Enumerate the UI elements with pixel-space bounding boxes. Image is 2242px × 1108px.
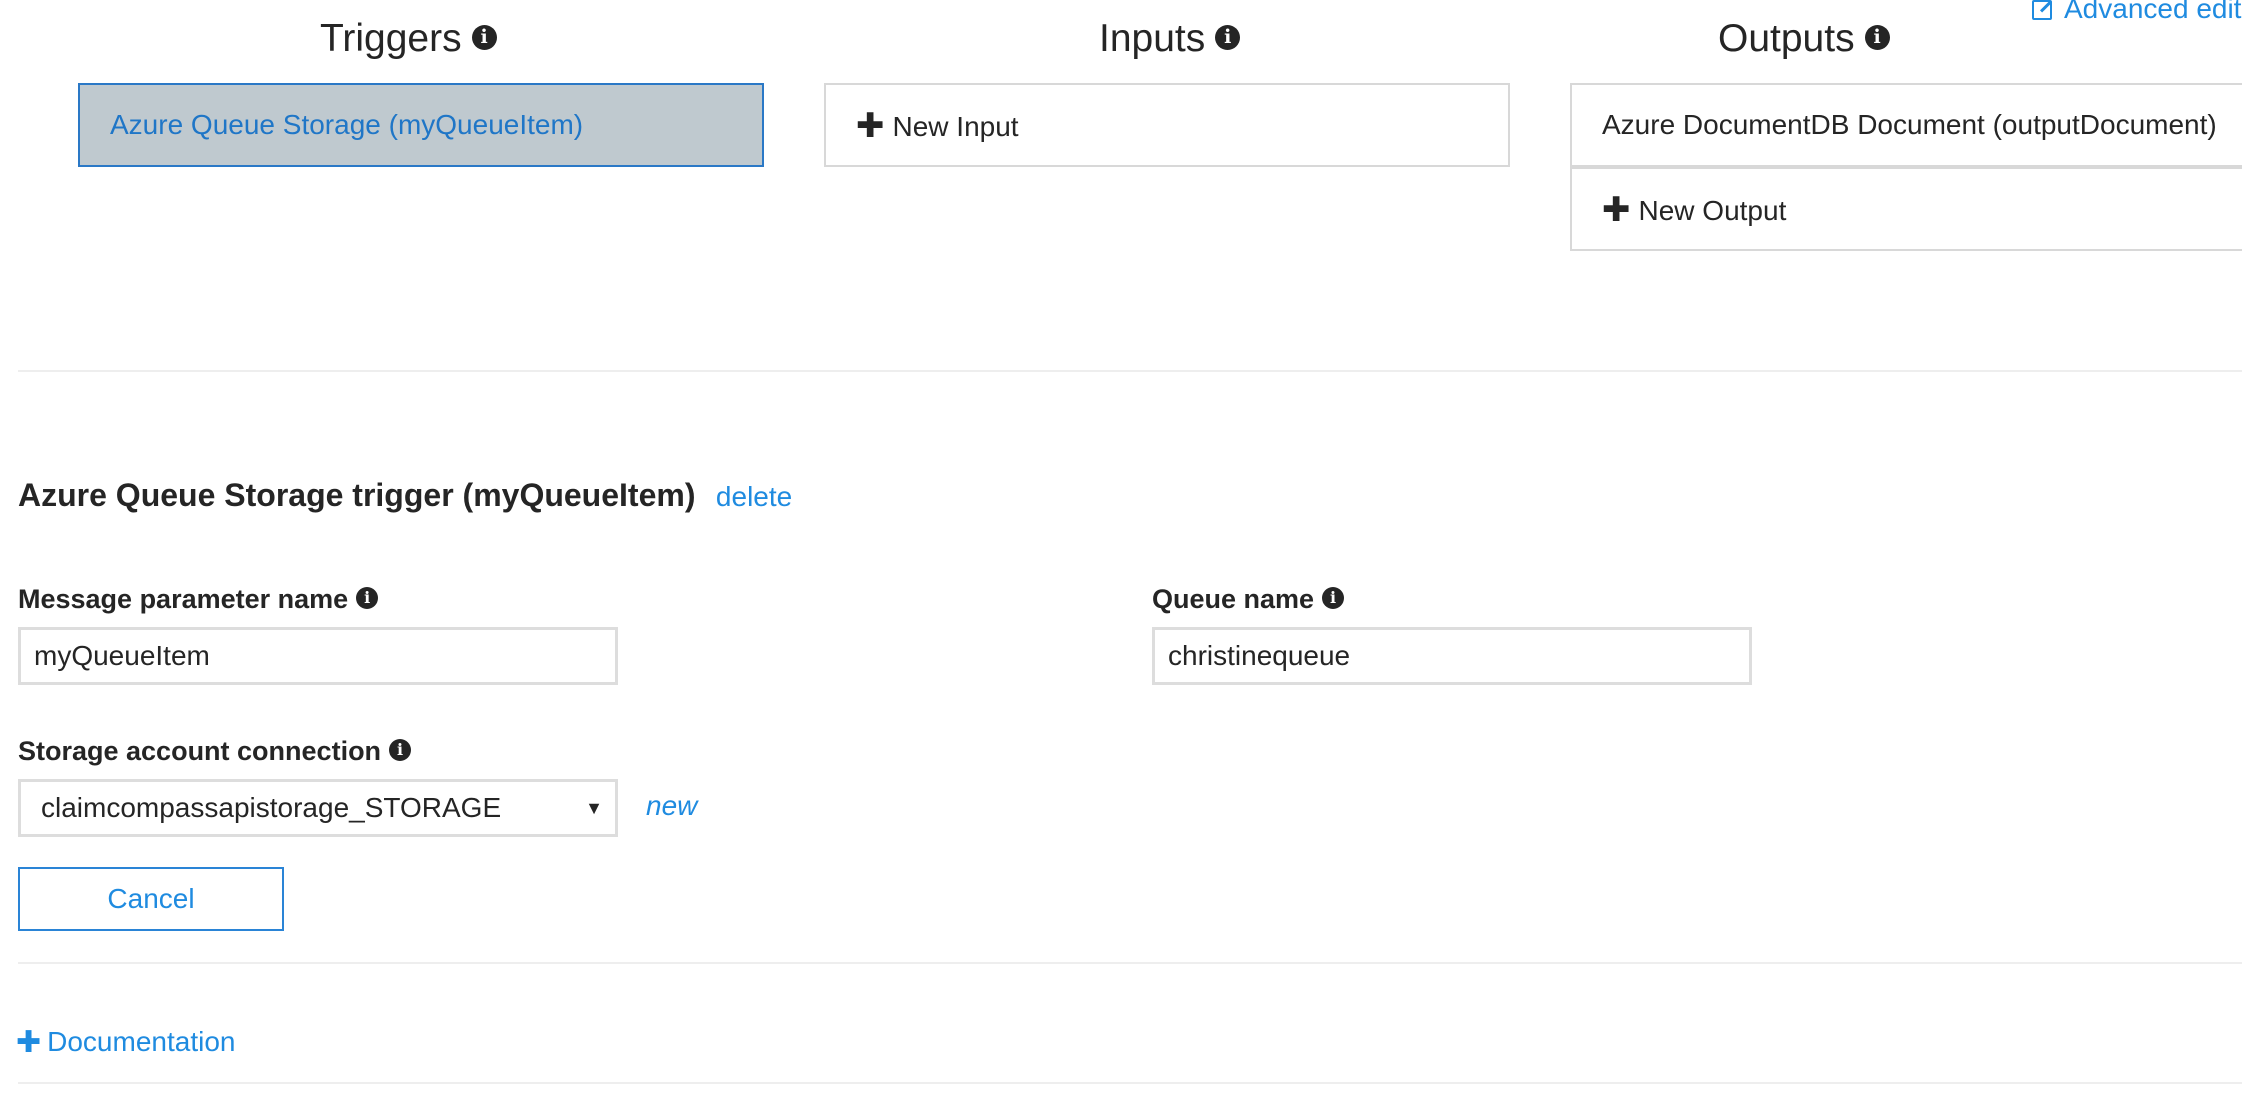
section-divider: [18, 370, 2242, 372]
queue-name-label: Queue name i: [1152, 581, 1345, 617]
outputs-heading: Outputs i: [1718, 14, 1890, 64]
storage-connection-label-text: Storage account connection: [18, 736, 382, 766]
advanced-editor-link[interactable]: Advanced edit: [2032, 0, 2241, 26]
info-icon[interactable]: i: [389, 738, 412, 761]
trigger-details-title: Azure Queue Storage trigger (myQueueItem…: [18, 477, 696, 513]
advanced-editor-label: Advanced edit: [2064, 0, 2242, 24]
cancel-label: Cancel: [107, 883, 195, 914]
queue-name-label-text: Queue name: [1152, 584, 1315, 614]
message-param-label: Message parameter name i: [18, 581, 379, 617]
new-output-label: New Output: [1638, 195, 1787, 226]
triggers-heading: Triggers i: [320, 14, 497, 64]
new-connection-link[interactable]: new: [646, 788, 697, 824]
triggers-title: Triggers: [320, 17, 462, 60]
edit-icon: [2032, 0, 2052, 20]
inputs-heading: Inputs i: [1099, 14, 1241, 64]
info-icon[interactable]: i: [1864, 25, 1890, 51]
message-param-label-text: Message parameter name: [18, 584, 349, 614]
outputs-title: Outputs: [1718, 17, 1855, 60]
info-icon[interactable]: i: [1322, 586, 1345, 609]
caret-down-icon: ▼: [585, 798, 603, 818]
cancel-button[interactable]: Cancel: [18, 867, 284, 931]
info-icon[interactable]: i: [471, 25, 497, 51]
message-param-input[interactable]: myQueueItem: [18, 627, 618, 685]
trigger-item-label: Azure Queue Storage (myQueueItem): [110, 109, 584, 140]
section-divider: [18, 962, 2242, 964]
documentation-toggle[interactable]: ✚ Documentation: [16, 1022, 235, 1062]
storage-connection-value: claimcompassapistorage_STORAGE: [41, 792, 502, 823]
section-divider: [18, 1082, 2242, 1084]
delete-link[interactable]: delete: [716, 481, 792, 512]
new-input-button[interactable]: ✚ New Input: [824, 83, 1510, 167]
new-output-button[interactable]: ✚ New Output: [1570, 167, 2242, 251]
info-icon[interactable]: i: [356, 586, 379, 609]
inputs-title: Inputs: [1099, 17, 1206, 60]
new-input-label: New Input: [892, 111, 1019, 142]
storage-connection-select[interactable]: claimcompassapistorage_STORAGE ▼: [18, 779, 618, 837]
trigger-details-header: Azure Queue Storage trigger (myQueueItem…: [18, 470, 792, 520]
storage-connection-label: Storage account connection i: [18, 733, 412, 769]
message-param-value: myQueueItem: [34, 640, 210, 671]
documentation-label: Documentation: [47, 1026, 236, 1057]
output-item[interactable]: Azure DocumentDB Document (outputDocumen…: [1570, 83, 2242, 167]
queue-name-value: christinequeue: [1168, 640, 1351, 671]
info-icon[interactable]: i: [1215, 25, 1241, 51]
plus-icon: ✚: [16, 1026, 42, 1059]
queue-name-input[interactable]: christinequeue: [1152, 627, 1752, 685]
trigger-item[interactable]: Azure Queue Storage (myQueueItem): [78, 83, 764, 167]
plus-icon: ✚: [1602, 191, 1631, 229]
output-item-label: Azure DocumentDB Document (outputDocumen…: [1602, 109, 2217, 140]
plus-icon: ✚: [856, 107, 885, 145]
